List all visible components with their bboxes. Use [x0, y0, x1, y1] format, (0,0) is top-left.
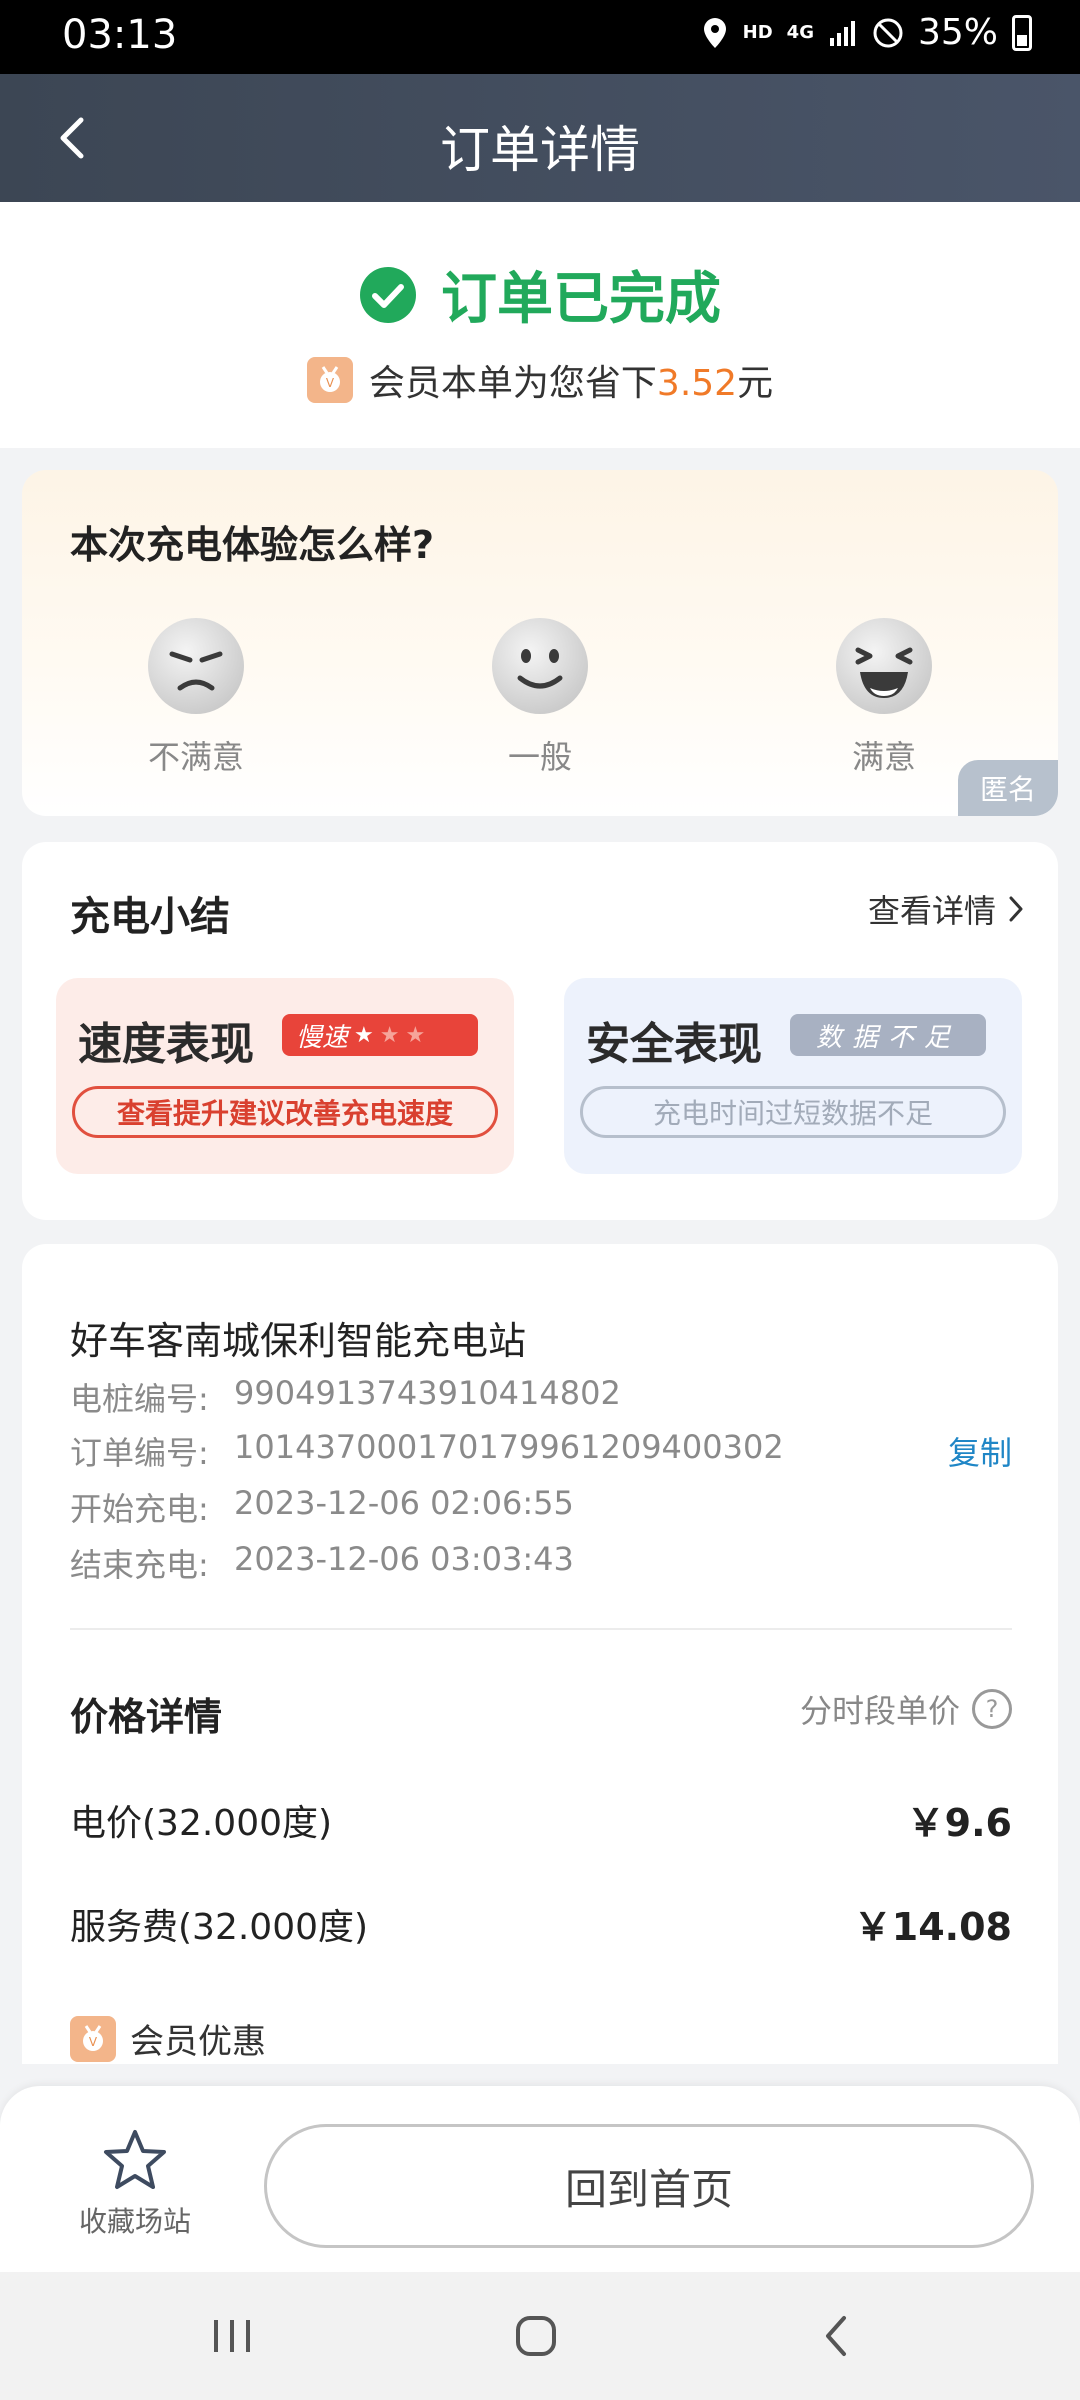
- safety-title: 安全表现: [586, 1019, 762, 1070]
- star-outline-icon: [104, 2130, 166, 2189]
- price-details-title: 价格详情: [70, 1695, 223, 1739]
- member-discount-label: 会员优惠: [130, 2022, 266, 2062]
- recent-apps-button[interactable]: [202, 2306, 262, 2366]
- laughing-face-icon[interactable]: [834, 616, 934, 716]
- system-back-button[interactable]: [806, 2306, 866, 2366]
- saving-suffix: 元: [737, 363, 774, 404]
- time-slot-price-link[interactable]: 分时段单价 ?: [800, 1686, 1012, 1732]
- status-bar: 03:13 HD 4G 35%: [0, 0, 1080, 74]
- order-number-value: 10143700017017996120940030​2: [234, 1428, 784, 1466]
- bottom-action-bar: 收藏场站 回到首页: [0, 2086, 1080, 2272]
- start-time-value: 2023-12-06 02:06:55: [234, 1484, 574, 1522]
- member-medal-icon: V: [70, 2015, 116, 2062]
- start-time-label: 开始充电:: [70, 1490, 209, 1528]
- rating-label-neutral: 一般: [507, 738, 572, 776]
- saving-text: 会员本单为您省下3.52元: [369, 354, 773, 406]
- service-fee-row: 服务费(32.000度) ￥14.08: [70, 1896, 1012, 1951]
- order-info-card: 好车客南城保利智能充电站 电桩编号: 990491374391041480​2 …: [22, 1244, 1058, 2064]
- end-time-value: 2023-12-06 03:03:43: [234, 1540, 574, 1578]
- speed-improve-button[interactable]: 查看提升建议改善充电速度: [72, 1086, 498, 1138]
- home-icon: [516, 2316, 556, 2356]
- star-icon: ★: [405, 1022, 426, 1048]
- electricity-price-value: ￥9.6: [906, 1801, 1012, 1845]
- network-4g-indicator: 4G: [786, 22, 814, 43]
- battery-icon: [1012, 14, 1032, 51]
- start-time-row: 开始充电: 2023-12-06 02:06:55: [70, 1484, 574, 1530]
- member-medal-icon: V: [306, 357, 353, 403]
- service-fee-value: ￥14.08: [853, 1905, 1012, 1949]
- neutral-face-icon[interactable]: [490, 616, 590, 716]
- chevron-right-icon: [1009, 896, 1023, 922]
- speed-badge: 慢速 ★ ★ ★: [282, 1014, 478, 1056]
- star-icon: ★: [379, 1022, 400, 1048]
- electricity-price-label: 电价(32.000度): [70, 1802, 333, 1844]
- saving-prefix: 会员本单为您省下: [368, 363, 657, 404]
- electricity-price-row: 电价(32.000度) ￥9.6: [70, 1792, 1012, 1847]
- saving-amount: 3.52: [656, 363, 738, 404]
- status-icons: HD 4G 35%: [701, 12, 1032, 53]
- page-title: 订单详情: [440, 121, 640, 179]
- member-discount-row: V 会员优惠: [70, 2014, 266, 2063]
- svg-text:V: V: [326, 376, 335, 390]
- divider: [70, 1628, 1012, 1630]
- favorite-station-button[interactable]: 收藏场站: [60, 2128, 210, 2238]
- hd-indicator: HD: [742, 22, 773, 43]
- order-status-section: 订单已完成 V 会员本单为您省下3.52元: [0, 202, 1080, 448]
- pile-number-value: 990491374391041480​2: [234, 1374, 621, 1412]
- copy-order-number-button[interactable]: 复制: [948, 1428, 1012, 1474]
- safety-badge: 数据不足: [790, 1014, 986, 1056]
- nav-bar: 订单详情: [0, 74, 1080, 202]
- signal-icon: [829, 20, 855, 46]
- end-time-row: 结束充电: 2023-12-06 03:03:43: [70, 1540, 574, 1586]
- rating-label-satisfied: 满意: [851, 738, 916, 776]
- view-details-link[interactable]: 查看详情: [868, 886, 1024, 932]
- do-not-disturb-icon: [873, 18, 903, 47]
- speed-performance-box: 速度表现 慢速 ★ ★ ★ 查看提升建议改善充电速度: [56, 978, 514, 1174]
- safety-info-button[interactable]: 充电时间过短数据不足: [580, 1086, 1006, 1138]
- back-to-home-button[interactable]: 回到首页: [264, 2124, 1034, 2248]
- anonymous-tag[interactable]: 匿名: [958, 760, 1058, 816]
- home-button[interactable]: [506, 2306, 566, 2366]
- svg-text:V: V: [89, 2035, 98, 2049]
- pile-number-row: 电桩编号: 990491374391041480​2: [70, 1374, 621, 1420]
- favorite-station-label: 收藏场站: [78, 2205, 191, 2238]
- pile-number-label: 电桩编号:: [70, 1380, 209, 1418]
- rating-question: 本次充电体验怎么样?: [70, 523, 435, 567]
- star-icon: ★: [354, 1022, 374, 1048]
- station-name: 好车客南城保利智能充电站: [70, 1319, 527, 1363]
- location-icon: [703, 17, 726, 48]
- system-navigation-bar: [0, 2272, 1080, 2400]
- charging-summary-card: 充电小结 查看详情 速度表现 慢速 ★ ★ ★ 查看提升建议改善充电速度 安全表…: [22, 842, 1058, 1220]
- order-status-title: 订单已完成: [441, 267, 721, 332]
- service-fee-label: 服务费(32.000度): [70, 1906, 369, 1948]
- angry-face-icon[interactable]: [146, 616, 246, 716]
- speed-badge-label: 慢速: [296, 1022, 349, 1053]
- back-arrow-icon: [826, 2316, 846, 2356]
- rating-label-unsatisfied: 不满意: [147, 738, 244, 776]
- order-number-row: 订单编号: 10143700017017996120940030​2: [70, 1428, 784, 1474]
- end-time-label: 结束充电:: [70, 1546, 209, 1584]
- safety-performance-box: 安全表现 数据不足 充电时间过短数据不足: [564, 978, 1022, 1174]
- status-time: 03:13: [62, 12, 178, 58]
- time-slot-price-label: 分时段单价: [799, 1692, 960, 1730]
- member-saving-row: V 会员本单为您省下3.52元: [0, 354, 1080, 406]
- battery-percent: 35%: [917, 12, 998, 53]
- view-details-label: 查看详情: [867, 892, 996, 930]
- recent-apps-icon: [214, 2320, 250, 2352]
- speed-title: 速度表现: [78, 1019, 254, 1070]
- order-number-label: 订单编号:: [70, 1434, 209, 1472]
- summary-title: 充电小结: [70, 894, 230, 940]
- rating-card: 本次充电体验怎么样? 不满意 一般 满意 匿名: [22, 470, 1058, 816]
- help-icon: ?: [972, 1689, 1012, 1729]
- order-status-row: 订单已完成: [0, 254, 1080, 335]
- check-circle-icon: [360, 266, 416, 323]
